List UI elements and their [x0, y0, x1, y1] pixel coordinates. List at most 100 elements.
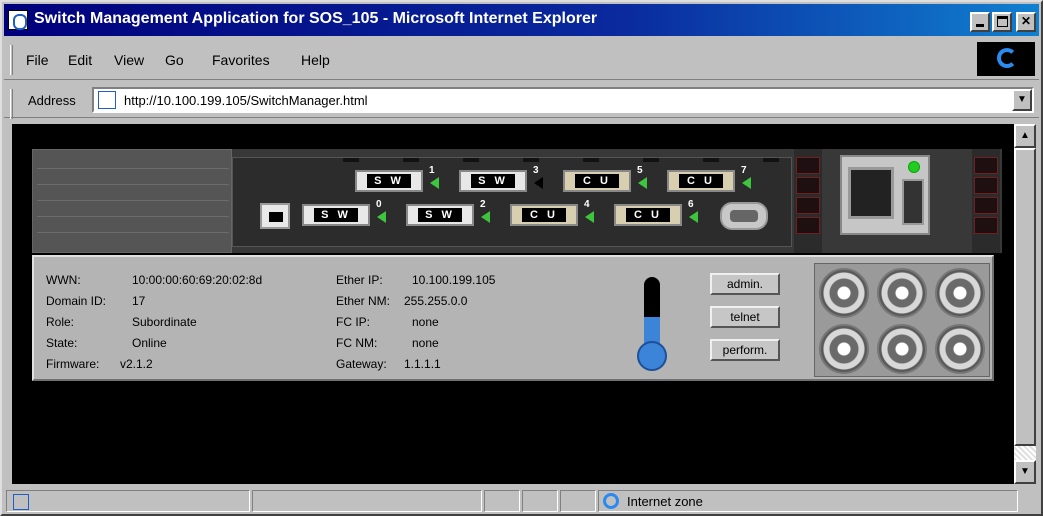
- address-input[interactable]: http://10.100.199.105/SwitchManager.html…: [92, 87, 1034, 113]
- menu-file[interactable]: File: [26, 52, 49, 68]
- power-switch[interactable]: [902, 179, 924, 225]
- scroll-thumb[interactable]: [1014, 148, 1036, 446]
- switch-info-panel: WWN: 10:00:00:60:69:20:02:8d Domain ID: …: [32, 255, 994, 381]
- menu-help[interactable]: Help: [301, 52, 330, 68]
- window-title: Switch Management Application for SOS_10…: [34, 10, 598, 27]
- menu-bar: File Edit View Go Favorites Help: [4, 38, 1039, 80]
- port-type-label: S W: [418, 208, 462, 222]
- address-url[interactable]: http://10.100.199.105/SwitchManager.html: [124, 93, 368, 108]
- browser-window: Switch Management Application for SOS_10…: [0, 0, 1043, 516]
- address-bar: Address http://10.100.199.105/SwitchMana…: [4, 82, 1039, 119]
- port-4[interactable]: C U: [510, 204, 578, 226]
- fan-icon: [819, 324, 869, 374]
- port-number: 5: [637, 165, 643, 176]
- switch-chassis: S W 1 S W 3 C U 5 C U 7 S W 0 S W 2 C U …: [32, 149, 1002, 253]
- port-type-label: C U: [626, 208, 670, 222]
- port-status-led: [534, 177, 543, 189]
- fc-nm-value: none: [412, 336, 439, 350]
- ether-ip-value: 10.100.199.105: [412, 273, 496, 287]
- zone-cell: Internet zone: [598, 490, 1018, 512]
- fc-ip-label: FC IP:: [336, 315, 371, 329]
- port-6[interactable]: C U: [614, 204, 682, 226]
- port-number: 6: [688, 199, 694, 210]
- menu-favorites[interactable]: Favorites: [212, 52, 270, 68]
- port-status-led: [585, 211, 594, 223]
- wwn-label: WWN:: [46, 273, 81, 287]
- firmware-value: v2.1.2: [120, 357, 153, 371]
- firmware-label: Firmware:: [46, 357, 100, 371]
- port-2[interactable]: S W: [406, 204, 474, 226]
- address-dropdown-button[interactable]: ▼: [1012, 89, 1032, 111]
- page-content: S W 1 S W 3 C U 5 C U 7 S W 0 S W 2 C U …: [12, 124, 1014, 484]
- maximize-button[interactable]: [992, 12, 1012, 32]
- port-7[interactable]: C U: [667, 170, 735, 192]
- close-button[interactable]: ✕: [1016, 12, 1036, 32]
- fan-icon: [877, 324, 927, 374]
- port-number: 4: [584, 199, 590, 210]
- state-label: State:: [46, 336, 78, 350]
- title-bar[interactable]: Switch Management Application for SOS_10…: [4, 4, 1039, 36]
- ether-nm-value: 255.255.0.0: [404, 294, 468, 308]
- domain-id-label: Domain ID:: [46, 294, 107, 308]
- port-status-led: [689, 211, 698, 223]
- port-status-led: [638, 177, 647, 189]
- port-number: 0: [376, 199, 382, 210]
- thermometer-bulb: [637, 341, 667, 371]
- port-status-led: [481, 211, 490, 223]
- ethernet-port[interactable]: [260, 203, 290, 229]
- port-1[interactable]: S W: [355, 170, 423, 192]
- port-type-label: C U: [679, 174, 723, 188]
- left-vent-panel: [32, 149, 232, 253]
- port-type-label: S W: [471, 174, 515, 188]
- port-type-label: S W: [367, 174, 411, 188]
- scroll-down-button[interactable]: ▼: [1014, 460, 1036, 484]
- ether-nm-label: Ether NM:: [336, 294, 391, 308]
- status-cell: [522, 490, 558, 512]
- telnet-button[interactable]: telnet: [710, 306, 780, 328]
- port-type-label: S W: [314, 208, 358, 222]
- vertical-scrollbar[interactable]: ▲ ▼: [1014, 124, 1036, 484]
- scroll-up-button[interactable]: ▲: [1014, 124, 1036, 148]
- status-text-cell: [6, 490, 250, 512]
- port-status-led: [742, 177, 751, 189]
- fan-icon: [819, 268, 869, 318]
- fan-icon: [935, 268, 985, 318]
- minimize-icon: [976, 24, 984, 27]
- port-number: 2: [480, 199, 486, 210]
- port-status-led: [377, 211, 386, 223]
- power-led: [908, 161, 920, 173]
- menu-view[interactable]: View: [114, 52, 144, 68]
- fan-panel: [814, 263, 990, 377]
- port-type-label: C U: [522, 208, 566, 222]
- address-label: Address: [28, 93, 76, 108]
- port-3[interactable]: S W: [459, 170, 527, 192]
- ie-throbber-icon: [977, 42, 1035, 76]
- page-status-icon: [13, 494, 29, 510]
- perform-button[interactable]: perform.: [710, 339, 780, 361]
- right-vent-panel: [794, 149, 822, 253]
- status-cell: [560, 490, 596, 512]
- role-label: Role:: [46, 315, 75, 329]
- fan-icon: [935, 324, 985, 374]
- port-0[interactable]: S W: [302, 204, 370, 226]
- menu-edit[interactable]: Edit: [68, 52, 92, 68]
- fc-nm-label: FC NM:: [336, 336, 378, 350]
- menu-grip: [10, 45, 13, 75]
- serial-port[interactable]: [720, 202, 768, 230]
- page-icon: [98, 91, 116, 109]
- wwn-value: 10:00:00:60:69:20:02:8d: [132, 273, 263, 287]
- maximize-icon: [997, 16, 1008, 27]
- far-right-vent-panel: [972, 149, 1000, 253]
- minimize-button[interactable]: [970, 12, 990, 32]
- status-bar: Internet zone: [4, 488, 1039, 514]
- internet-zone-icon: [603, 493, 619, 509]
- port-number: 3: [533, 165, 539, 176]
- port-number: 7: [741, 165, 747, 176]
- admin-button[interactable]: admin.: [710, 273, 780, 295]
- menu-go[interactable]: Go: [165, 52, 184, 68]
- power-socket: [848, 167, 894, 219]
- fan-icon: [877, 268, 927, 318]
- port-5[interactable]: C U: [563, 170, 631, 192]
- zone-text: Internet zone: [627, 494, 703, 509]
- fc-ip-value: none: [412, 315, 439, 329]
